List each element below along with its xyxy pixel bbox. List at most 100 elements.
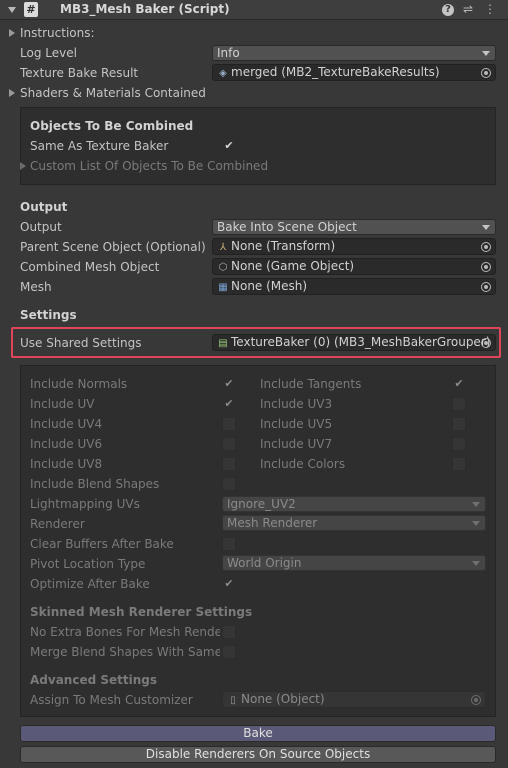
object-icon: ▯: [230, 695, 236, 706]
use-shared-settings-label: Use Shared Settings: [20, 336, 142, 350]
include-uv4-label: Include UV4: [30, 417, 103, 431]
include-tangents-label: Include Tangents: [260, 377, 362, 391]
include-uv5-label: Include UV5: [260, 417, 333, 431]
mesh-icon: ▦: [218, 282, 228, 293]
include-uv-checkbox[interactable]: ✔: [222, 397, 236, 411]
mesh-value: None (Mesh): [231, 279, 308, 293]
help-icon[interactable]: ?: [442, 4, 454, 16]
include-tangents-checkbox[interactable]: ✔: [452, 377, 466, 391]
include-uv5-checkbox[interactable]: [452, 417, 466, 431]
lightmapping-uvs-label: Lightmapping UVs: [30, 497, 140, 511]
log-level-label: Log Level: [20, 46, 77, 60]
custom-list-label[interactable]: Custom List Of Objects To Be Combined: [30, 159, 268, 173]
include-blend-shapes-label: Include Blend Shapes: [30, 477, 160, 491]
object-picker-icon[interactable]: [481, 68, 491, 78]
log-level-value: Info: [217, 46, 240, 60]
combined-mesh-object-field[interactable]: ⬡ None (Game Object): [212, 258, 496, 275]
shaders-materials-label[interactable]: Shaders & Materials Contained: [20, 86, 206, 100]
preset-icon[interactable]: ⇌: [461, 2, 475, 16]
include-uv3-label: Include UV3: [260, 397, 333, 411]
renderer-label: Renderer: [30, 517, 85, 531]
mesh-label: Mesh: [20, 280, 52, 294]
collapse-arrow-icon[interactable]: [8, 7, 16, 13]
optimize-after-bake-label: Optimize After Bake: [30, 577, 150, 591]
parent-scene-object-value: None (Transform): [231, 239, 336, 253]
shaders-foldout-icon[interactable]: [9, 89, 15, 97]
same-as-texture-baker-label: Same As Texture Baker: [30, 139, 169, 153]
advanced-settings-title: Advanced Settings: [30, 673, 158, 687]
object-picker-icon[interactable]: [471, 695, 481, 705]
clear-buffers-checkbox[interactable]: [222, 537, 236, 551]
include-uv7-checkbox[interactable]: [452, 437, 466, 451]
assign-mesh-customizer-field[interactable]: ▯ None (Object): [222, 691, 486, 708]
pivot-location-label: Pivot Location Type: [30, 557, 146, 571]
include-uv8-checkbox[interactable]: [222, 457, 236, 471]
object-picker-icon[interactable]: [481, 338, 491, 348]
include-normals-label: Include Normals: [30, 377, 128, 391]
object-picker-icon[interactable]: [481, 242, 491, 252]
disable-renderers-button[interactable]: Disable Renderers On Source Objects: [20, 746, 496, 763]
texture-bake-result-field[interactable]: ◈ merged (MB2_TextureBakeResults): [212, 64, 496, 81]
object-picker-icon[interactable]: [481, 262, 491, 272]
no-extra-bones-label: No Extra Bones For Mesh Rendere: [30, 625, 220, 639]
object-picker-icon[interactable]: [481, 282, 491, 292]
asset-icon: ◈: [219, 68, 227, 79]
lightmapping-uvs-value: Ignore_UV2: [227, 497, 296, 511]
include-colors-checkbox[interactable]: [452, 457, 466, 471]
renderer-value: Mesh Renderer: [227, 516, 318, 530]
gameobject-icon: ⬡: [218, 262, 228, 273]
combined-mesh-object-label: Combined Mesh Object: [20, 260, 160, 274]
include-uv3-checkbox[interactable]: [452, 397, 466, 411]
include-uv4-checkbox[interactable]: [222, 417, 236, 431]
pivot-location-value: World Origin: [227, 556, 302, 570]
parent-scene-object-label: Parent Scene Object (Optional): [20, 240, 206, 254]
no-extra-bones-checkbox[interactable]: [222, 625, 236, 639]
assign-mesh-customizer-value: None (Object): [241, 692, 325, 706]
same-as-texture-baker-checkbox[interactable]: ✔: [222, 139, 236, 153]
log-level-dropdown[interactable]: Info: [212, 45, 496, 61]
chevron-down-icon: [472, 561, 480, 566]
bake-button[interactable]: Bake: [20, 725, 496, 742]
output-label: Output: [20, 220, 62, 234]
combined-mesh-object-value: None (Game Object): [231, 259, 355, 273]
chevron-down-icon: [472, 521, 480, 526]
custom-list-foldout-icon[interactable]: [20, 162, 26, 170]
instructions-label[interactable]: Instructions:: [20, 26, 95, 40]
include-normals-checkbox[interactable]: ✔: [222, 377, 236, 391]
texture-bake-result-label: Texture Bake Result: [20, 66, 139, 80]
use-shared-settings-field[interactable]: ▤ TextureBaker (0) (MB3_MeshBakerGrouper): [212, 334, 496, 351]
more-icon[interactable]: ⋮: [483, 2, 497, 16]
objects-section-title: Objects To Be Combined: [30, 119, 194, 133]
clear-buffers-label: Clear Buffers After Bake: [30, 537, 174, 551]
output-section-title: Output: [20, 200, 68, 214]
use-shared-settings-value: TextureBaker (0) (MB3_MeshBakerGrouper): [231, 335, 491, 349]
instructions-foldout-icon[interactable]: [9, 29, 15, 37]
output-dropdown[interactable]: Bake Into Scene Object: [212, 219, 496, 235]
include-colors-label: Include Colors: [260, 457, 346, 471]
renderer-dropdown[interactable]: Mesh Renderer: [222, 515, 486, 531]
include-uv-label: Include UV: [30, 397, 95, 411]
merge-blend-shapes-label: Merge Blend Shapes With Same N: [30, 645, 220, 659]
include-uv6-checkbox[interactable]: [222, 437, 236, 451]
transform-icon: ⅄: [219, 242, 227, 253]
chevron-down-icon: [472, 502, 480, 507]
include-blend-shapes-checkbox[interactable]: [222, 477, 236, 491]
skinned-mesh-section-title: Skinned Mesh Renderer Settings: [30, 605, 253, 619]
merge-blend-shapes-checkbox[interactable]: [222, 645, 236, 659]
component-title[interactable]: MB3_Mesh Baker (Script): [60, 2, 230, 16]
chevron-down-icon: [482, 51, 490, 56]
include-uv7-label: Include UV7: [260, 437, 333, 451]
pivot-location-dropdown[interactable]: World Origin: [222, 555, 486, 571]
include-uv8-label: Include UV8: [30, 457, 103, 471]
mesh-field[interactable]: ▦ None (Mesh): [212, 278, 496, 295]
script-asset-icon: ▤: [218, 338, 228, 349]
parent-scene-object-field[interactable]: ⅄ None (Transform): [212, 238, 496, 255]
texture-bake-result-value: merged (MB2_TextureBakeResults): [231, 65, 440, 79]
output-value: Bake Into Scene Object: [217, 220, 357, 234]
lightmapping-uvs-dropdown[interactable]: Ignore_UV2: [222, 496, 486, 512]
optimize-after-bake-checkbox[interactable]: ✔: [222, 577, 236, 591]
chevron-down-icon: [482, 225, 490, 230]
settings-section-title: Settings: [20, 308, 77, 322]
include-uv6-label: Include UV6: [30, 437, 103, 451]
assign-mesh-customizer-label: Assign To Mesh Customizer: [30, 693, 193, 707]
